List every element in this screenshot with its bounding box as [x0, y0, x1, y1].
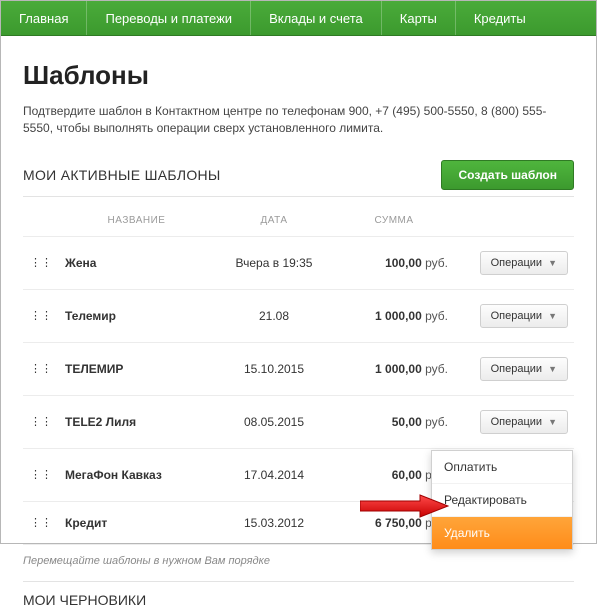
chevron-down-icon: ▼ — [548, 417, 557, 427]
template-date: 15.03.2012 — [214, 501, 334, 544]
template-sum: 1 000,00 руб. — [334, 289, 454, 342]
operations-button[interactable]: Операции▼ — [480, 251, 568, 275]
template-date: 17.04.2014 — [214, 448, 334, 501]
nav-payments[interactable]: Переводы и платежи — [87, 1, 251, 35]
drag-handle-icon[interactable]: ⋮⋮ — [23, 395, 59, 448]
template-date: Вчера в 19:35 — [214, 236, 334, 289]
chevron-down-icon: ▼ — [548, 364, 557, 374]
operations-button[interactable]: Операции▼ — [480, 357, 568, 381]
active-templates-heading: МОИ АКТИВНЫЕ ШАБЛОНЫ — [23, 167, 221, 183]
template-name[interactable]: ТЕЛЕМИР — [59, 342, 214, 395]
top-nav: Главная Переводы и платежи Вклады и счет… — [1, 1, 596, 36]
menu-delete[interactable]: Удалить — [432, 517, 572, 549]
table-row: ⋮⋮ Жена Вчера в 19:35 100,00 руб. Операц… — [23, 236, 574, 289]
col-sum: СУММА — [334, 205, 454, 237]
chevron-down-icon: ▼ — [548, 258, 557, 268]
drag-handle-icon[interactable]: ⋮⋮ — [23, 289, 59, 342]
template-sum: 100,00 руб. — [334, 236, 454, 289]
operations-button[interactable]: Операции▼ — [480, 304, 568, 328]
drafts-heading: МОИ ЧЕРНОВИКИ — [23, 581, 574, 608]
col-date: ДАТА — [214, 205, 334, 237]
drag-handle-icon[interactable]: ⋮⋮ — [23, 342, 59, 395]
drag-handle-icon[interactable]: ⋮⋮ — [23, 501, 59, 544]
chevron-down-icon: ▼ — [548, 311, 557, 321]
template-date: 08.05.2015 — [214, 395, 334, 448]
template-name[interactable]: Телемир — [59, 289, 214, 342]
template-date: 21.08 — [214, 289, 334, 342]
create-template-button[interactable]: Создать шаблон — [441, 160, 574, 190]
nav-cards[interactable]: Карты — [382, 1, 456, 35]
operations-menu: Оплатить Редактировать Удалить — [431, 450, 573, 550]
operations-button[interactable]: Операции▼ — [480, 410, 568, 434]
template-name[interactable]: Кредит — [59, 501, 214, 544]
drag-handle-icon[interactable]: ⋮⋮ — [23, 236, 59, 289]
template-name[interactable]: TELE2 Лиля — [59, 395, 214, 448]
nav-deposits[interactable]: Вклады и счета — [251, 1, 382, 35]
template-sum: 50,00 руб. — [334, 395, 454, 448]
table-row: ⋮⋮ TELE2 Лиля 08.05.2015 50,00 руб. Опер… — [23, 395, 574, 448]
template-date: 15.10.2015 — [214, 342, 334, 395]
template-sum: 1 000,00 руб. — [334, 342, 454, 395]
drag-handle-icon[interactable]: ⋮⋮ — [23, 448, 59, 501]
menu-pay[interactable]: Оплатить — [432, 451, 572, 484]
reorder-hint: Перемещайте шаблоны в нужном Вам порядке — [23, 555, 574, 567]
page-subtitle: Подтвердите шаблон в Контактном центре п… — [23, 103, 563, 138]
table-row: ⋮⋮ ТЕЛЕМИР 15.10.2015 1 000,00 руб. Опер… — [23, 342, 574, 395]
template-name[interactable]: Жена — [59, 236, 214, 289]
table-row: ⋮⋮ Телемир 21.08 1 000,00 руб. Операции▼ — [23, 289, 574, 342]
nav-credits[interactable]: Кредиты — [456, 1, 544, 35]
template-name[interactable]: МегаФон Кавказ — [59, 448, 214, 501]
page-title: Шаблоны — [23, 60, 574, 91]
col-name: НАЗВАНИЕ — [59, 205, 214, 237]
nav-home[interactable]: Главная — [1, 1, 87, 35]
menu-edit[interactable]: Редактировать — [432, 484, 572, 517]
